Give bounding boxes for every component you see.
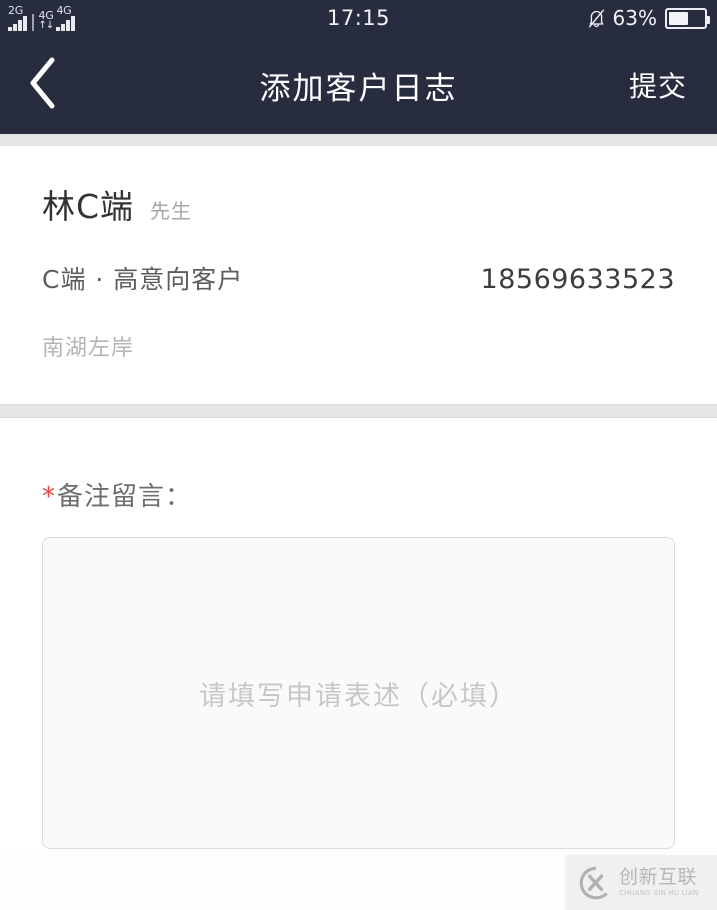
brand-name-cn: 创新互联 <box>619 866 698 888</box>
customer-phone[interactable]: 18569633523 <box>481 264 675 295</box>
remark-label: 备注留言： <box>57 482 193 512</box>
remark-textarea[interactable]: 请填写申请表述（必填） <box>42 537 675 849</box>
customer-honorific: 先生 <box>150 199 193 223</box>
app-screen: 2G 4G ↑↓ 4G 17:15 63% 添加客户日志 提交 林C端 先生 C… <box>0 0 717 910</box>
required-marker: * <box>42 482 56 512</box>
submit-button[interactable]: 提交 <box>619 65 717 105</box>
status-bar-clock: 17:15 <box>326 6 391 30</box>
customer-name-row: 林C端 先生 <box>42 146 675 228</box>
navigation-bar: 添加客户日志 提交 <box>0 36 717 134</box>
bell-slash-icon <box>588 8 605 28</box>
watermark: 创新互联 CHUANG XIN HU LIAN <box>565 855 717 910</box>
section-gap-top <box>0 134 717 146</box>
section-divider <box>0 404 717 418</box>
remark-placeholder: 请填写申请表述（必填） <box>199 680 518 712</box>
brand-text: 创新互联 CHUANG XIN HU LIAN <box>619 868 698 897</box>
back-button[interactable] <box>0 36 86 134</box>
customer-name: 林C端 <box>42 187 135 226</box>
page-title: 添加客户日志 <box>259 70 458 107</box>
status-bar: 2G 4G ↑↓ 4G 17:15 63% <box>0 0 717 36</box>
brand-logo-icon <box>579 866 613 900</box>
customer-address: 南湖左岸 <box>42 336 135 361</box>
customer-card[interactable]: 林C端 先生 C端 · 高意向客户 18569633523 南湖左岸 <box>0 146 717 404</box>
remark-label-row: * 备注留言： <box>42 418 675 513</box>
chevron-left-icon <box>26 55 60 115</box>
remark-input-wrap: 请填写申请表述（必填） <box>42 513 675 849</box>
brand-name-en: CHUANG XIN HU LIAN <box>619 889 699 897</box>
customer-tags: C端 · 高意向客户 <box>42 265 244 294</box>
remark-form-section: * 备注留言： 请填写申请表述（必填） <box>0 418 717 849</box>
customer-meta-row: C端 · 高意向客户 18569633523 <box>42 228 675 296</box>
battery-icon <box>665 7 710 29</box>
